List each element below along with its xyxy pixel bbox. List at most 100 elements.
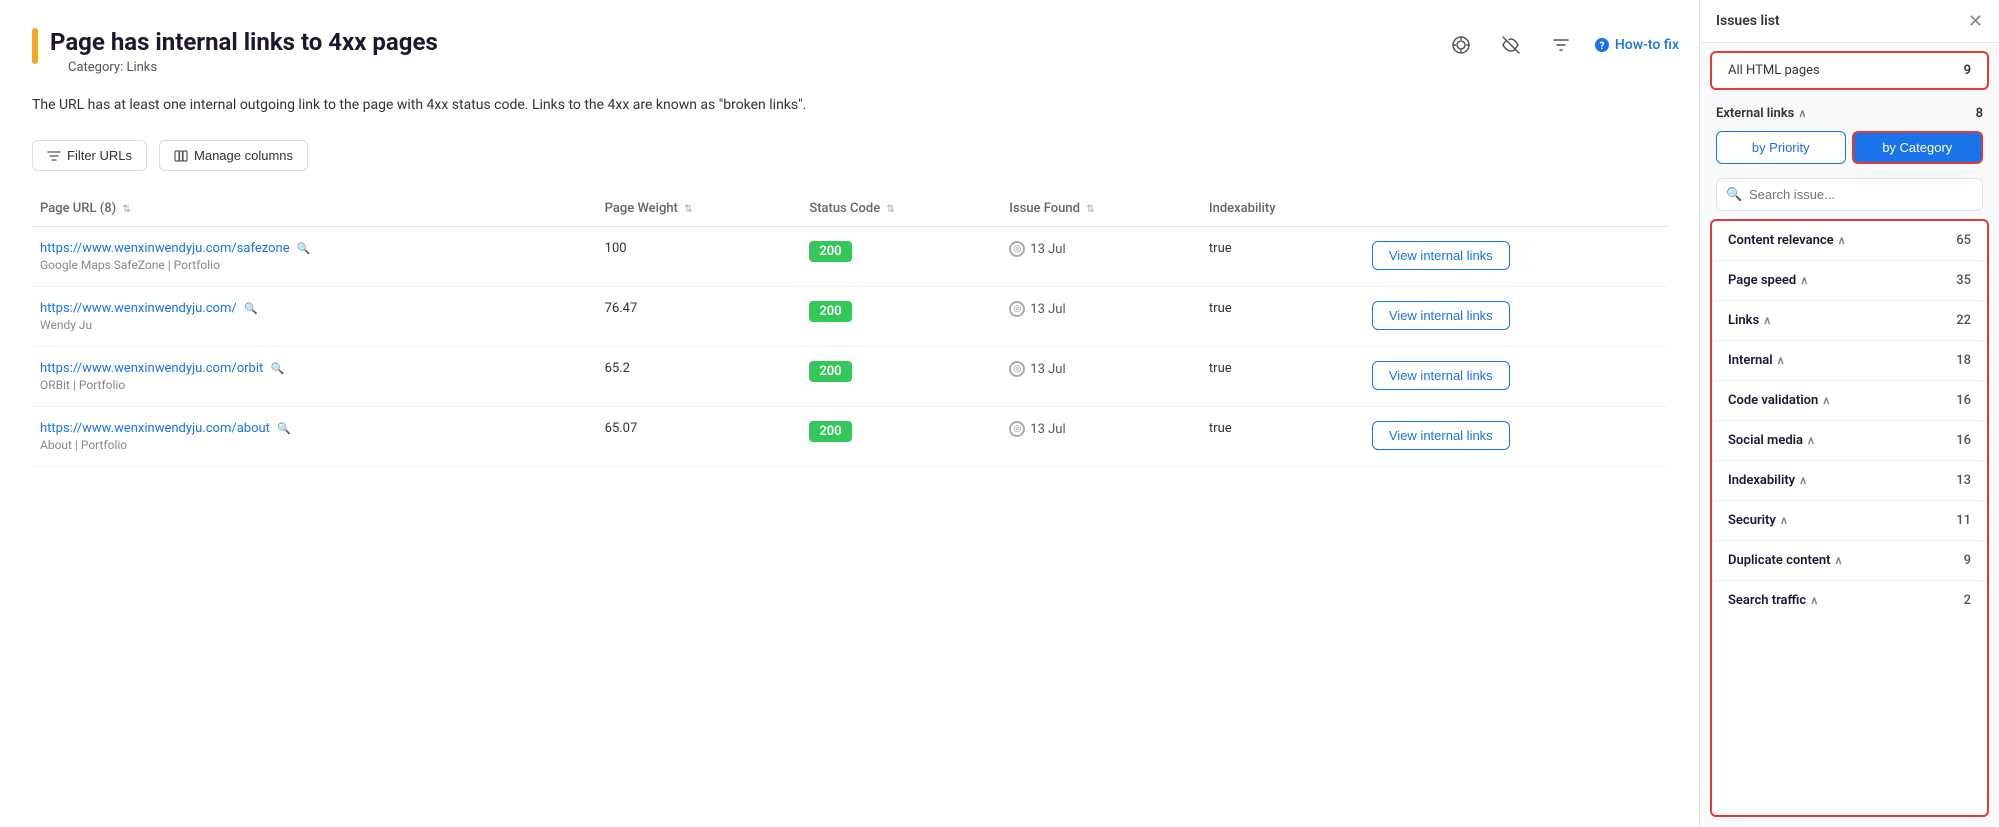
panel-header: Issues list ✕ bbox=[1700, 0, 1999, 43]
category-label: Content relevance ∧ bbox=[1728, 233, 1846, 248]
category-count: 16 bbox=[1956, 433, 1971, 448]
category-row[interactable]: Duplicate content ∧ 9 bbox=[1712, 541, 1987, 581]
chevron-icon: ∧ bbox=[1799, 474, 1807, 487]
external-links-count: 8 bbox=[1976, 106, 1983, 121]
issue-found-cell: ◎ 13 Jul bbox=[1001, 287, 1201, 347]
toolbar: Filter URLs Manage columns bbox=[32, 140, 1667, 171]
by-priority-button[interactable]: by Priority bbox=[1716, 131, 1846, 164]
sort-icon-url: ⇅ bbox=[122, 204, 130, 215]
url-search-icon[interactable]: 🔍 bbox=[271, 362, 285, 375]
search-icon: 🔍 bbox=[1726, 187, 1742, 202]
category-row[interactable]: Security ∧ 11 bbox=[1712, 501, 1987, 541]
view-internal-links-button[interactable]: View internal links bbox=[1372, 301, 1510, 330]
page-url-link[interactable]: https://www.wenxinwendyju.com/safezone bbox=[40, 241, 290, 256]
status-badge: 200 bbox=[809, 361, 851, 382]
page-url-link[interactable]: https://www.wenxinwendyju.com/orbit bbox=[40, 361, 263, 376]
issue-found-date: 13 Jul bbox=[1030, 422, 1065, 437]
col-page-url[interactable]: Page URL (8) ⇅ bbox=[32, 191, 597, 227]
url-search-icon[interactable]: 🔍 bbox=[297, 242, 311, 255]
issues-categories-list: Content relevance ∧ 65 Page speed ∧ 35 L… bbox=[1710, 219, 1989, 817]
category-row[interactable]: Content relevance ∧ 65 bbox=[1712, 221, 1987, 261]
external-links-label: External links ∧ bbox=[1716, 106, 1806, 121]
search-container: 🔍 bbox=[1716, 178, 1983, 211]
category-count: 18 bbox=[1956, 353, 1971, 368]
table-row: https://www.wenxinwendyju.com/about 🔍 Ab… bbox=[32, 407, 1667, 467]
category-row[interactable]: Links ∧ 22 bbox=[1712, 301, 1987, 341]
chevron-icon: ∧ bbox=[1800, 274, 1808, 287]
title-accent-bar bbox=[32, 28, 38, 64]
chevron-icon: ∧ bbox=[1777, 354, 1785, 367]
url-search-icon[interactable]: 🔍 bbox=[244, 302, 258, 315]
panel-close-button[interactable]: ✕ bbox=[1968, 12, 1983, 30]
question-icon: ? bbox=[1594, 37, 1610, 53]
view-internal-links-button[interactable]: View internal links bbox=[1372, 361, 1510, 390]
target-icon-btn[interactable] bbox=[1444, 28, 1478, 62]
filter-urls-button[interactable]: Filter URLs bbox=[32, 140, 147, 171]
chevron-icon: ∧ bbox=[1822, 394, 1830, 407]
category-label: Internal ∧ bbox=[1728, 353, 1785, 368]
issues-panel: Issues list ✕ All HTML pages 9 External … bbox=[1699, 0, 1999, 827]
indexability-cell: true bbox=[1201, 227, 1364, 287]
view-internal-links-button[interactable]: View internal links bbox=[1372, 241, 1510, 270]
category-count: 11 bbox=[1956, 513, 1971, 528]
col-page-weight[interactable]: Page Weight ⇅ bbox=[597, 191, 802, 227]
category-label: Category: Links bbox=[68, 60, 438, 75]
eyeoff-icon-btn[interactable] bbox=[1494, 28, 1528, 62]
issue-found-date: 13 Jul bbox=[1030, 362, 1065, 377]
category-row[interactable]: Search traffic ∧ 2 bbox=[1712, 581, 1987, 620]
col-issue-found[interactable]: Issue Found ⇅ bbox=[1001, 191, 1201, 227]
indexability-cell: true bbox=[1201, 407, 1364, 467]
status-code-cell: 200 bbox=[801, 227, 1001, 287]
page-weight-cell: 76.47 bbox=[597, 287, 802, 347]
url-search-icon[interactable]: 🔍 bbox=[277, 422, 291, 435]
all-pages-label: All HTML pages bbox=[1728, 63, 1820, 78]
action-cell: View internal links bbox=[1364, 347, 1667, 407]
col-action bbox=[1364, 191, 1667, 227]
funnel-icon-btn[interactable] bbox=[1544, 28, 1578, 62]
url-subtitle: Wendy Ju bbox=[40, 318, 589, 332]
page-weight-cell: 65.07 bbox=[597, 407, 802, 467]
issue-circle-icon: ◎ bbox=[1009, 361, 1025, 377]
how-to-fix-link[interactable]: ? How-to fix bbox=[1594, 37, 1679, 53]
category-label: Indexability ∧ bbox=[1728, 473, 1807, 488]
category-label: Social media ∧ bbox=[1728, 433, 1815, 448]
chevron-icon: ∧ bbox=[1838, 234, 1846, 247]
top-icons-bar: ? How-to fix bbox=[1444, 28, 1679, 62]
issue-found-cell: ◎ 13 Jul bbox=[1001, 407, 1201, 467]
category-count: 16 bbox=[1956, 393, 1971, 408]
chevron-icon: ∧ bbox=[1810, 594, 1818, 607]
category-row[interactable]: Code validation ∧ 16 bbox=[1712, 381, 1987, 421]
status-badge: 200 bbox=[809, 301, 851, 322]
page-weight-cell: 65.2 bbox=[597, 347, 802, 407]
by-category-button[interactable]: by Category bbox=[1852, 131, 1984, 164]
status-code-cell: 200 bbox=[801, 407, 1001, 467]
indexability-cell: true bbox=[1201, 287, 1364, 347]
issue-found-cell: ◎ 13 Jul bbox=[1001, 347, 1201, 407]
search-input[interactable] bbox=[1716, 178, 1983, 211]
indexability-cell: true bbox=[1201, 347, 1364, 407]
view-internal-links-button[interactable]: View internal links bbox=[1372, 421, 1510, 450]
sort-icon-issue: ⇅ bbox=[1086, 204, 1094, 215]
table-row: https://www.wenxinwendyju.com/safezone 🔍… bbox=[32, 227, 1667, 287]
manage-columns-button[interactable]: Manage columns bbox=[159, 140, 308, 171]
table-row: https://www.wenxinwendyju.com/ 🔍 Wendy J… bbox=[32, 287, 1667, 347]
category-label: Duplicate content ∧ bbox=[1728, 553, 1843, 568]
sort-icon-weight: ⇅ bbox=[684, 204, 692, 215]
page-url-link[interactable]: https://www.wenxinwendyju.com/ bbox=[40, 301, 237, 316]
category-row[interactable]: Social media ∧ 16 bbox=[1712, 421, 1987, 461]
category-count: 35 bbox=[1956, 273, 1971, 288]
eyeoff-icon bbox=[1501, 35, 1521, 55]
category-row[interactable]: Page speed ∧ 35 bbox=[1712, 261, 1987, 301]
url-cell: https://www.wenxinwendyju.com/orbit 🔍 OR… bbox=[32, 347, 597, 407]
category-row[interactable]: Indexability ∧ 13 bbox=[1712, 461, 1987, 501]
all-pages-row[interactable]: All HTML pages 9 bbox=[1710, 51, 1989, 90]
col-status-code[interactable]: Status Code ⇅ bbox=[801, 191, 1001, 227]
panel-title: Issues list bbox=[1716, 13, 1780, 29]
issue-found-cell: ◎ 13 Jul bbox=[1001, 227, 1201, 287]
category-row[interactable]: Internal ∧ 18 bbox=[1712, 341, 1987, 381]
toggle-buttons: by Priority by Category bbox=[1700, 127, 1999, 172]
chevron-icon: ∧ bbox=[1780, 514, 1788, 527]
url-cell: https://www.wenxinwendyju.com/ 🔍 Wendy J… bbox=[32, 287, 597, 347]
page-url-link[interactable]: https://www.wenxinwendyju.com/about bbox=[40, 421, 270, 436]
chevron-icon: ∧ bbox=[1835, 554, 1843, 567]
